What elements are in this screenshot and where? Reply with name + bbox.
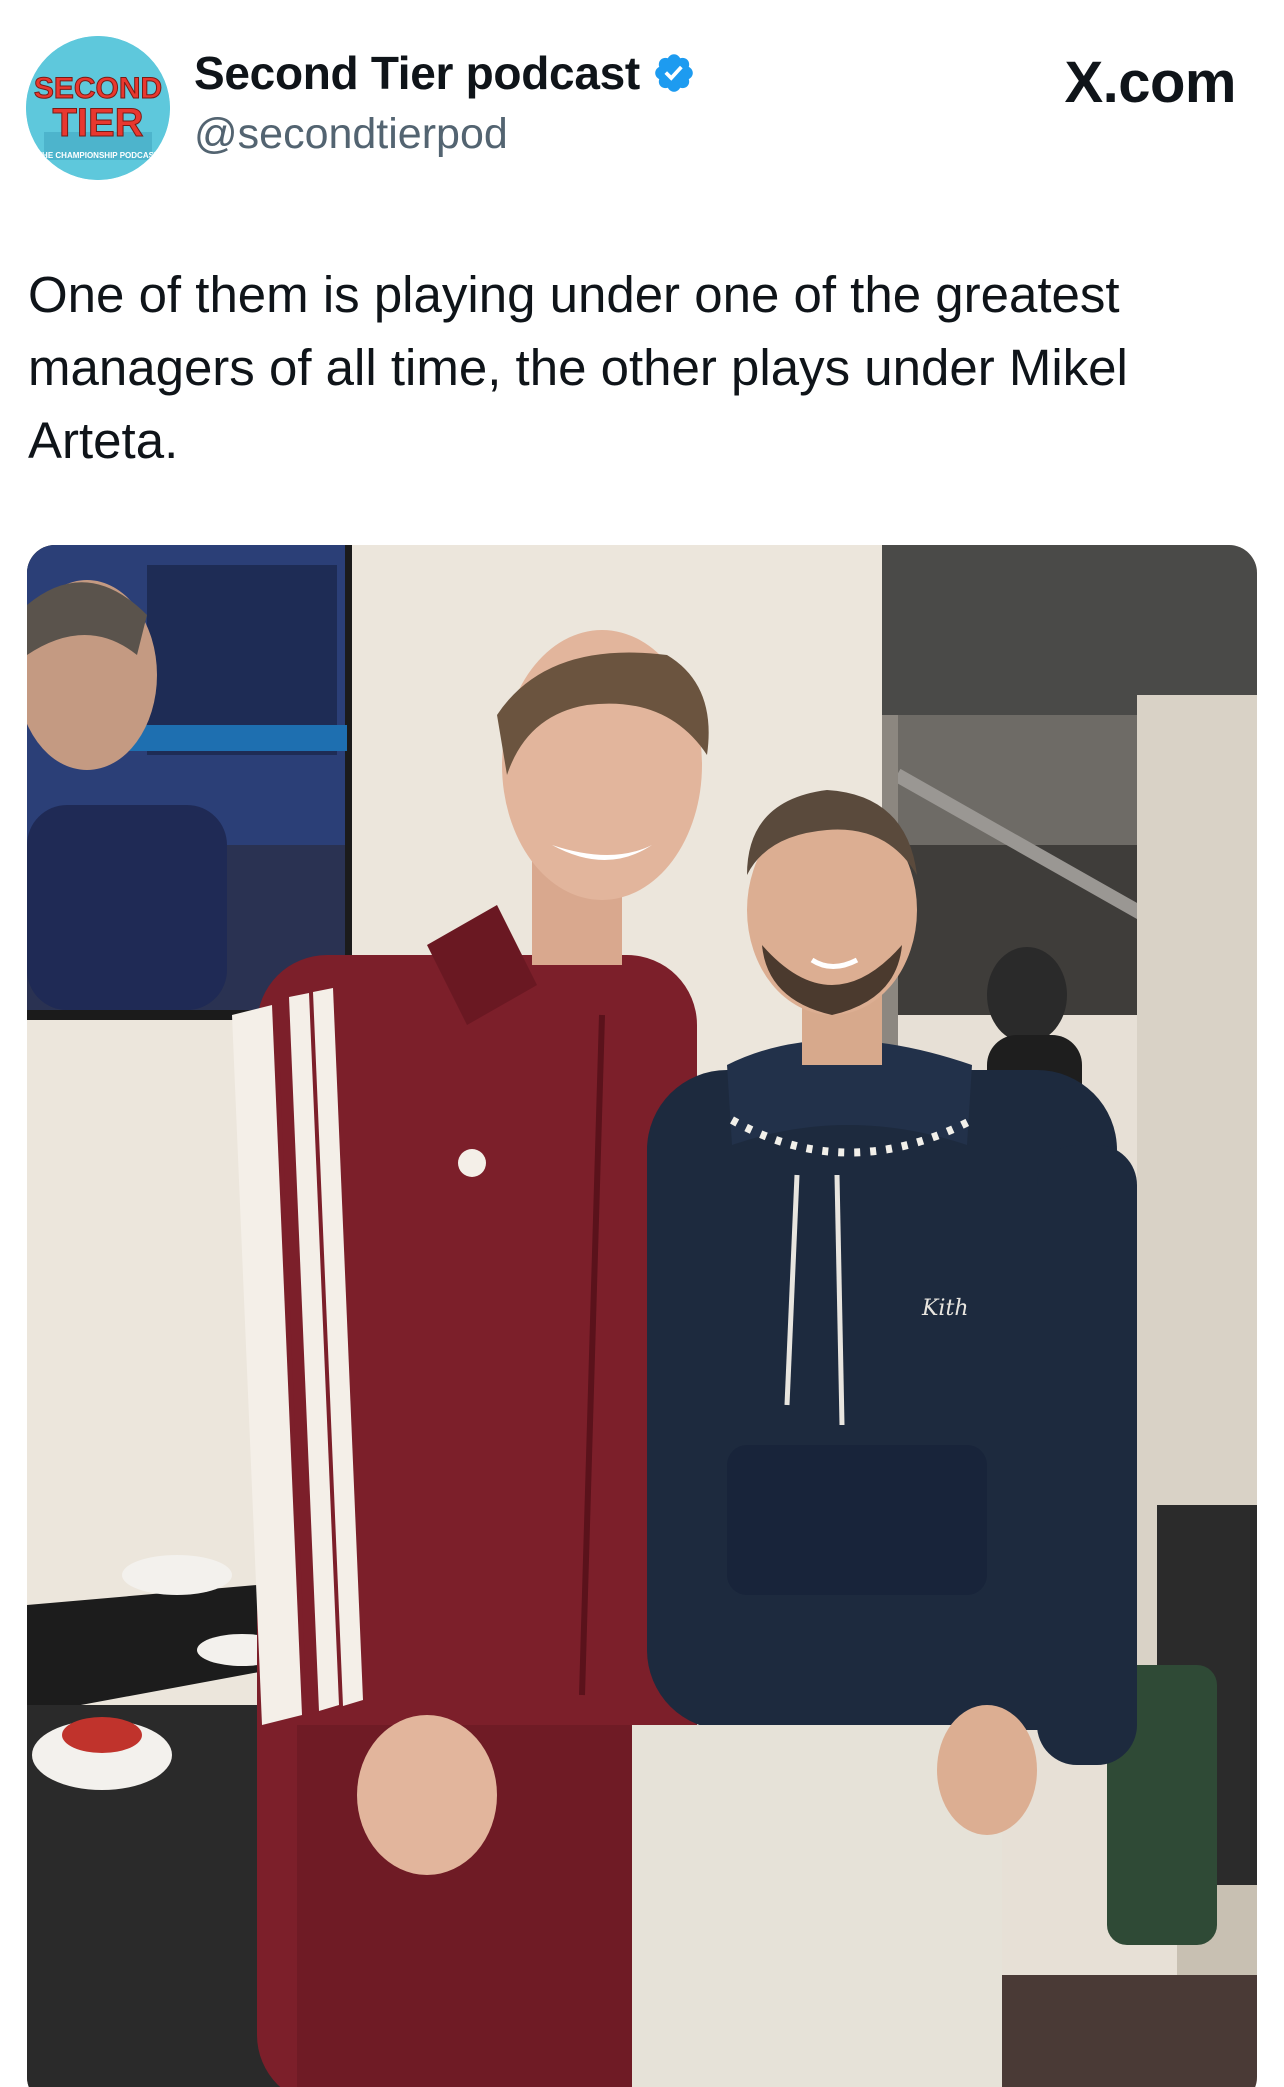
- site-label: X.com: [1064, 50, 1236, 115]
- user-handle[interactable]: @secondtierpod: [194, 113, 508, 156]
- svg-text:Kith: Kith: [921, 1296, 968, 1321]
- tweet-card: SECOND TIER THE CHAMPIONSHIP PODCAST Sec…: [0, 0, 1284, 2087]
- tweet-photo[interactable]: Kith: [27, 545, 1257, 2087]
- avatar-text-line2: TIER: [52, 101, 143, 145]
- verified-badge-icon: [652, 51, 696, 95]
- avatar[interactable]: SECOND TIER THE CHAMPIONSHIP PODCAST: [26, 36, 170, 180]
- display-name[interactable]: Second Tier podcast: [194, 50, 640, 96]
- name-row: Second Tier podcast: [194, 50, 696, 96]
- avatar-caption: THE CHAMPIONSHIP PODCAST: [37, 151, 159, 160]
- tweet-text: One of them is playing under one of the …: [28, 266, 1128, 469]
